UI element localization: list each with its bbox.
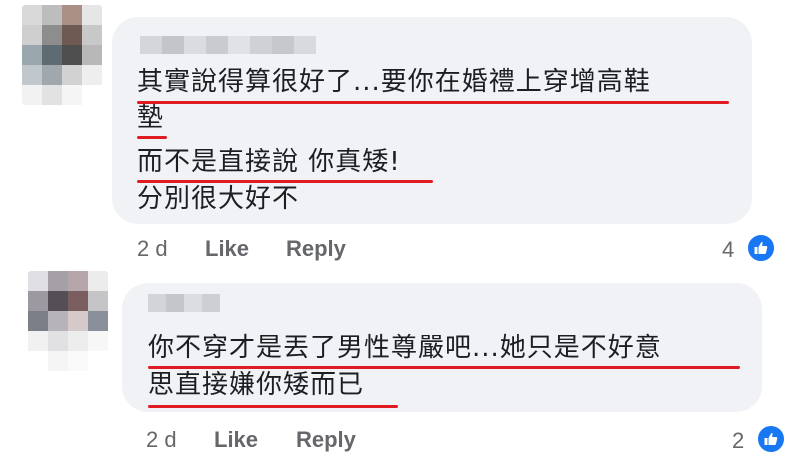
red-underline	[148, 366, 740, 369]
comment-text-line: 分別很大好不	[137, 184, 300, 214]
like-thumb-icon[interactable]	[746, 233, 776, 263]
reaction-count[interactable]: 2	[732, 428, 744, 454]
comment-text-line: 其實說得算很好了...要你在婚禮上穿增高鞋	[137, 67, 651, 97]
comment-text-line: 而不是直接說 你真矮!	[137, 147, 401, 177]
red-underline	[137, 101, 729, 104]
reply-button[interactable]: Reply	[296, 427, 356, 453]
commenter-name[interactable]	[140, 36, 316, 54]
avatar[interactable]	[28, 271, 108, 371]
like-thumb-icon[interactable]	[756, 424, 786, 454]
comment-text-line: 你不穿才是丟了男性尊嚴吧...她只是不好意	[148, 333, 662, 363]
comment-text-line: 墊	[137, 103, 165, 133]
reply-button[interactable]: Reply	[286, 236, 346, 262]
timestamp[interactable]: 2 d	[146, 427, 177, 453]
like-button[interactable]: Like	[214, 427, 258, 453]
timestamp[interactable]: 2 d	[137, 236, 168, 262]
comment-text-line: 思直接嫌你矮而已	[148, 370, 365, 400]
commenter-name[interactable]	[148, 294, 220, 312]
red-underline	[137, 136, 167, 139]
red-underline	[137, 180, 433, 183]
like-button[interactable]: Like	[205, 236, 249, 262]
avatar[interactable]	[22, 5, 102, 105]
reaction-count[interactable]: 4	[722, 237, 734, 263]
red-underline	[148, 405, 398, 408]
